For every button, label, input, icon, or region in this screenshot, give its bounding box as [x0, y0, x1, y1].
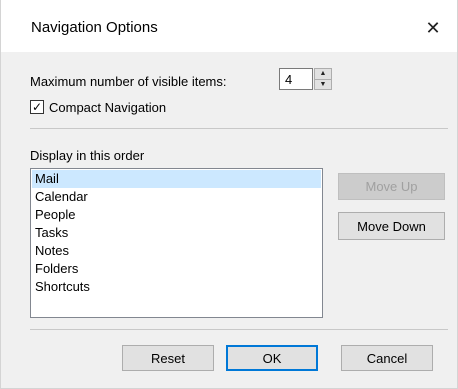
move-down-button[interactable]: Move Down — [338, 212, 445, 240]
move-up-button[interactable]: Move Up — [338, 173, 445, 200]
ok-button[interactable]: OK — [226, 345, 318, 371]
close-icon[interactable]: ✕ — [415, 10, 451, 46]
list-item-shortcuts[interactable]: Shortcuts — [32, 278, 321, 296]
cancel-button[interactable]: Cancel — [341, 345, 433, 371]
display-order-label: Display in this order — [30, 148, 145, 163]
max-visible-items-label: Maximum number of visible items: — [30, 73, 227, 89]
max-visible-items-row: Maximum number of visible items: — [30, 70, 227, 92]
max-visible-items-spinner: ▲ ▼ — [314, 68, 332, 90]
reset-button[interactable]: Reset — [122, 345, 214, 371]
display-order-list[interactable]: Mail Calendar People Tasks Notes Folders… — [30, 168, 323, 318]
list-item-folders[interactable]: Folders — [32, 260, 321, 278]
list-item-people[interactable]: People — [32, 206, 321, 224]
max-visible-items-input[interactable] — [279, 68, 313, 90]
dialog-title: Navigation Options — [31, 19, 158, 36]
navigation-options-dialog: Navigation Options ✕ Maximum number of v… — [0, 0, 458, 389]
list-item-tasks[interactable]: Tasks — [32, 224, 321, 242]
compact-navigation-option[interactable]: ✓ Compact Navigation — [30, 96, 166, 118]
title-bar: Navigation Options ✕ — [1, 0, 457, 52]
spin-up-icon[interactable]: ▲ — [315, 69, 331, 79]
list-item-calendar[interactable]: Calendar — [32, 188, 321, 206]
spin-down-icon[interactable]: ▼ — [315, 78, 331, 90]
list-item-notes[interactable]: Notes — [32, 242, 321, 260]
divider — [30, 128, 448, 129]
compact-navigation-label[interactable]: Compact Navigation — [49, 100, 166, 115]
divider — [30, 329, 448, 330]
list-item-mail[interactable]: Mail — [32, 170, 321, 188]
compact-navigation-checkbox[interactable]: ✓ — [30, 100, 44, 114]
